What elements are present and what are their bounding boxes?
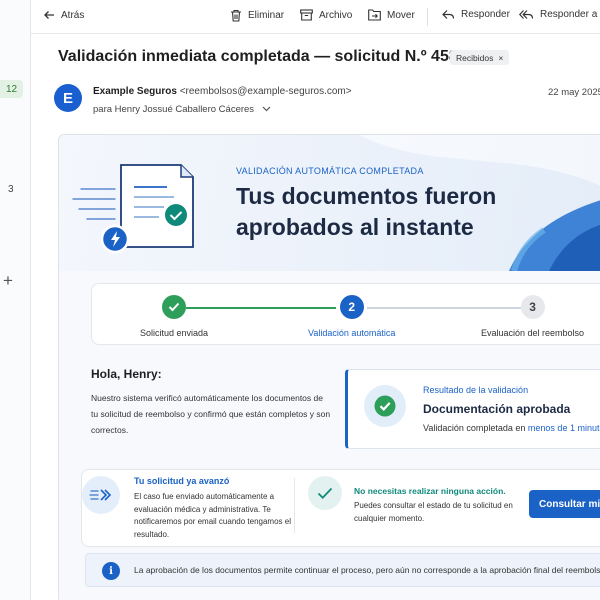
toolbar-divider <box>427 8 428 26</box>
trash-icon <box>231 9 241 22</box>
delete-button[interactable]: Eliminar <box>230 9 284 22</box>
fast-forward-icon <box>82 476 120 514</box>
move-to-folder-icon <box>368 9 381 21</box>
check-request-button[interactable]: Consultar mi solicitud <box>529 490 600 518</box>
approved-check-icon <box>165 204 187 226</box>
result-check-icon <box>364 385 406 427</box>
reply-label: Responder <box>461 9 510 20</box>
disclaimer-note: i La aprobación de los documentos permit… <box>85 553 600 587</box>
result-kicker: Resultado de la validación <box>423 385 529 395</box>
left-rail: 12 3 + <box>0 0 31 600</box>
reply-all-label: Responder a todos <box>540 9 600 20</box>
lightning-bolt-icon <box>100 224 130 254</box>
back-button[interactable]: Atrás <box>43 9 84 21</box>
result-duration: menos de 1 minuto <box>527 423 600 433</box>
archive-label: Archivo <box>319 9 353 21</box>
chip-close-icon[interactable]: × <box>498 53 503 63</box>
move-label: Mover <box>387 9 415 21</box>
recipient-line[interactable]: para Henry Jossué Caballero Cáceres <box>93 104 271 115</box>
disclaimer-text: La aprobación de los documentos permite … <box>134 565 600 575</box>
delete-label: Eliminar <box>248 10 285 21</box>
arrow-left-icon <box>44 11 54 19</box>
email-date: 22 may 2025, <box>548 87 600 98</box>
advance-title: Tu solicitud ya avanzó <box>134 476 230 486</box>
sender-avatar: E <box>54 84 82 112</box>
reply-button[interactable]: Responder <box>442 9 510 20</box>
recipient-name: Henry Jossué Caballero Cáceres <box>114 104 255 115</box>
speed-lines-icon <box>72 188 116 220</box>
sender-line: Example Seguros <reembolsos@example-segu… <box>93 86 352 97</box>
result-subtitle: Validación completada en menos de 1 minu… <box>423 423 600 433</box>
rail-add-icon[interactable]: + <box>3 272 13 289</box>
advance-text: El caso fue enviado automáticamente a ev… <box>134 492 291 539</box>
archive-icon <box>300 9 313 21</box>
intro-paragraph: Nuestro sistema verificó automáticamente… <box>91 393 331 435</box>
archive-button[interactable]: Archivo <box>300 9 352 21</box>
result-title: Documentación aprobada <box>423 402 571 416</box>
hero-banner: VALIDACIÓN AUTOMÁTICA COMPLETADA Tus doc… <box>59 135 600 271</box>
result-sub-prefix: Validación completada en <box>423 423 526 433</box>
next-steps-panel: Tu solicitud ya avanzó El caso fue envia… <box>81 469 600 547</box>
reply-all-icon <box>519 10 534 19</box>
info-icon: i <box>102 562 120 580</box>
move-button[interactable]: Mover <box>368 9 415 21</box>
no-action-title: No necesitas realizar ninguna acción. <box>354 486 506 496</box>
to-prefix: para <box>93 104 113 115</box>
step-1-label: Solicitud enviada <box>140 328 209 338</box>
email-subject: Validación inmediata completada — solici… <box>58 48 476 65</box>
validation-result-card: Resultado de la validación Documentación… <box>345 369 600 449</box>
reply-all-button[interactable]: Responder a todos <box>519 9 600 20</box>
hero-kicker: VALIDACIÓN AUTOMÁTICA COMPLETADA <box>236 166 424 176</box>
step-2-number: 2 <box>339 295 364 319</box>
back-label: Atrás <box>61 9 85 21</box>
rail-count[interactable]: 3 <box>8 184 14 195</box>
step-2: 2 Validación automática <box>308 295 395 338</box>
reply-icon <box>442 10 455 19</box>
sender-name: Example Seguros <box>93 86 177 97</box>
email-body-card: VALIDACIÓN AUTOMÁTICA COMPLETADA Tus doc… <box>58 134 600 600</box>
step-3-number: 3 <box>520 295 545 319</box>
no-action-text: Puedes consultar el estado de tu solicit… <box>354 501 513 523</box>
mail-toolbar: Atrás Eliminar Archivo Mover Responder R… <box>31 0 600 34</box>
progress-stepper: Solicitud enviada 2 Validación automátic… <box>91 283 600 345</box>
label-chip-text: Recibidos <box>456 52 494 63</box>
no-action-check-icon <box>308 476 342 510</box>
sender-email: <reembolsos@example-seguros.com> <box>179 86 352 97</box>
rail-unread-badge[interactable]: 12 <box>0 80 23 98</box>
chevron-down-icon[interactable] <box>262 106 271 112</box>
step-1: Solicitud enviada <box>140 295 208 338</box>
step-2-label: Validación automática <box>308 328 396 338</box>
hero-title: Tus documentos fueron aprobados al insta… <box>236 183 497 240</box>
panel-divider <box>294 478 295 533</box>
greeting: Hola, Henry: <box>91 367 162 381</box>
step-3-label: Evaluación del reembolso <box>481 328 585 338</box>
step-3: 3 Evaluación del reembolso <box>481 295 584 338</box>
label-chip[interactable]: Recibidos × <box>450 50 510 65</box>
step-done-check-icon <box>162 295 187 319</box>
